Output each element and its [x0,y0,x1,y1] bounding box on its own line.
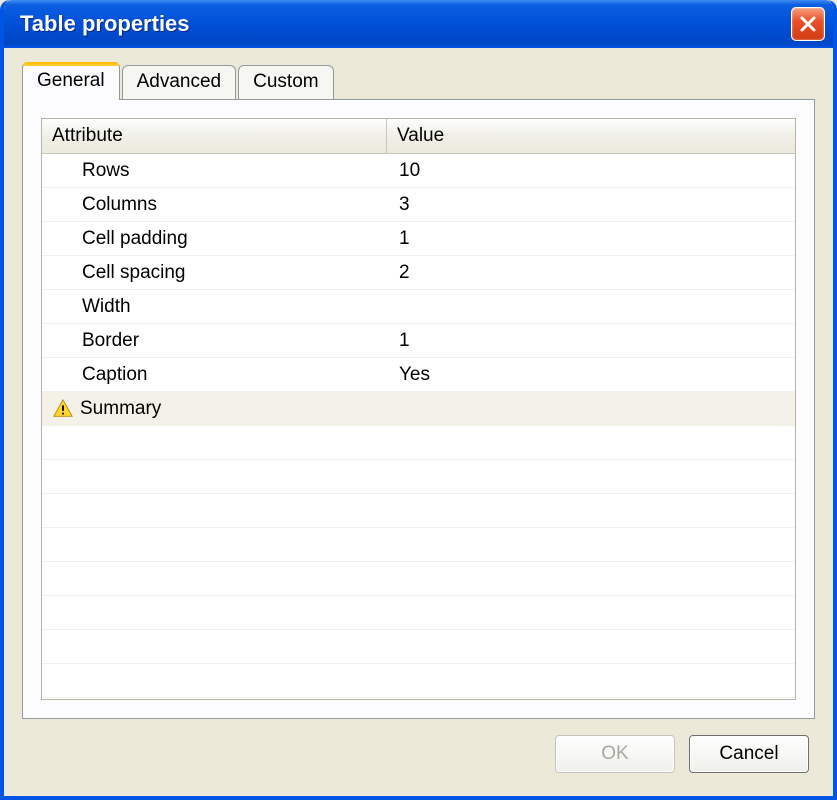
col-header-attribute[interactable]: Attribute [42,119,387,153]
cell-value[interactable]: 3 [387,194,795,216]
cell-value[interactable]: 1 [387,228,795,250]
grid-header: Attribute Value [42,119,795,154]
attribute-label: Cell spacing [82,262,186,284]
cell-attribute: Summary [42,398,387,420]
attribute-label: Summary [80,398,161,420]
property-grid: Attribute Value Rows 10 Columns 3 Cell paddi… [41,118,796,700]
cell-value[interactable]: Yes [387,364,795,386]
cell-attribute: Caption [42,364,387,386]
button-row: OK Cancel [22,735,815,773]
tabstrip: General Advanced Custom [22,62,815,99]
client-area: General Advanced Custom Attribute Value … [8,48,829,792]
cell-value[interactable]: 10 [387,160,795,182]
attribute-label: Width [82,296,131,318]
grid-row[interactable]: Cell spacing 2 [42,256,795,290]
tab-advanced[interactable]: Advanced [122,65,237,99]
attribute-label: Border [82,330,139,352]
grid-row[interactable]: Summary [42,392,795,426]
cell-attribute: Cell padding [42,228,387,250]
attribute-label: Rows [82,160,130,182]
tab-custom[interactable]: Custom [238,65,333,99]
grid-row[interactable]: Caption Yes [42,358,795,392]
tab-pane-general: Attribute Value Rows 10 Columns 3 Cell paddi… [22,99,815,719]
grid-row[interactable]: Width [42,290,795,324]
dialog-window: Table properties General Advanced Custom… [0,0,837,800]
close-button[interactable] [791,7,825,41]
titlebar: Table properties [4,0,833,48]
tab-general[interactable]: General [22,62,120,100]
cell-attribute: Cell spacing [42,262,387,284]
attribute-label: Cell padding [82,228,188,250]
cell-attribute: Rows [42,160,387,182]
cell-attribute: Width [42,296,387,318]
cancel-button[interactable]: Cancel [689,735,809,773]
grid-row[interactable]: Border 1 [42,324,795,358]
ok-button: OK [555,735,675,773]
grid-row[interactable]: Rows 10 [42,154,795,188]
cell-value[interactable]: 2 [387,262,795,284]
close-icon [799,15,817,33]
warning-icon [52,398,74,420]
dialog-title: Table properties [20,11,190,37]
attribute-label: Columns [82,194,157,216]
cell-attribute: Border [42,330,387,352]
grid-body: Rows 10 Columns 3 Cell padding 1 Cell spacing 2… [42,154,795,699]
col-header-value[interactable]: Value [387,119,795,153]
grid-row[interactable]: Cell padding 1 [42,222,795,256]
attribute-label: Caption [82,364,148,386]
cell-attribute: Columns [42,194,387,216]
grid-row[interactable]: Columns 3 [42,188,795,222]
cell-value[interactable]: 1 [387,330,795,352]
